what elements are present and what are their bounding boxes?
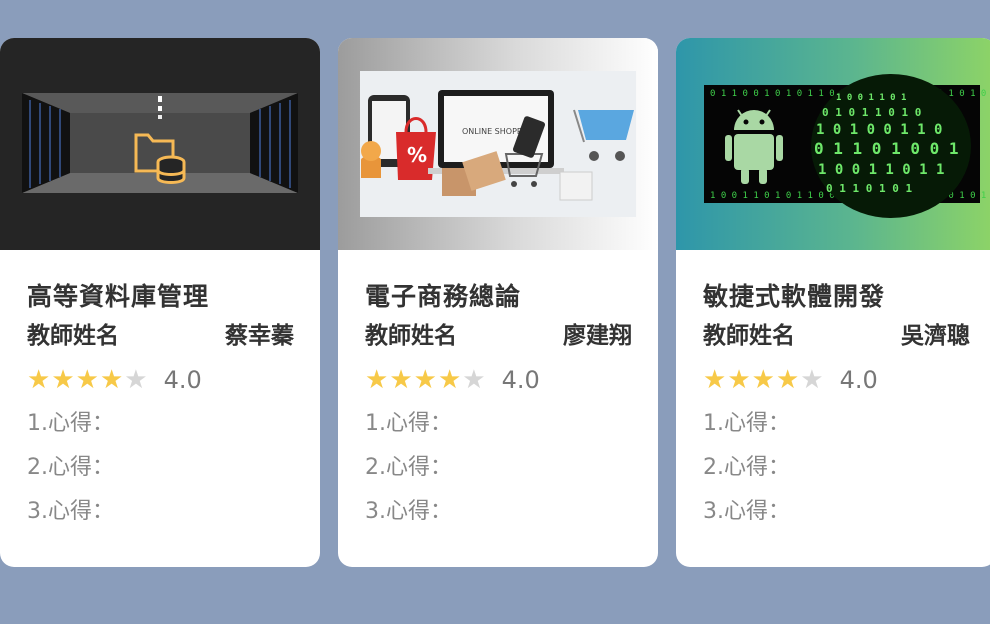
teacher-row: 教師姓名 廖建翔 [365,316,632,356]
online-shopping-image: % ONLINE SHOPPI [360,71,636,217]
star-filled-icon: ★ [389,365,413,395]
teacher-name: 吳濟聰 [901,323,970,349]
svg-text:0 1 0 1 1 0 1 0: 0 1 0 1 1 0 1 0 [822,106,921,119]
course-image-database [0,38,320,250]
star-filled-icon: ★ [51,365,75,395]
teacher-label: 教師姓名 [27,323,119,349]
svg-text:%: % [407,143,427,167]
course-card[interactable]: 0 1 1 0 0 1 0 1 0 1 1 0 1 0 0 1 1 0 0 1 … [676,38,990,567]
server-room-image [22,93,298,193]
teacher-label: 教師姓名 [703,323,795,349]
teacher-name: 廖建翔 [563,323,632,349]
star-filled-icon: ★ [775,365,800,395]
star-filled-icon: ★ [365,365,389,395]
course-card-list: 高等資料庫管理 教師姓名 蔡幸蓁 ★ ★ ★ ★ ★ 4.0 1.心得： 2.心… [0,0,990,624]
binary-globe-icon: 0 1 0 1 1 0 1 0 1 0 1 0 0 1 1 0 0 1 1 0 … [811,74,971,218]
star-rating: ★ ★ ★ ★ ★ [27,367,148,393]
star-rating: ★ ★ ★ ★ ★ [365,367,486,393]
star-empty-icon: ★ [462,365,486,395]
svg-text:0 1 1 0 1 0 0 1: 0 1 1 0 1 0 0 1 [814,139,959,158]
teacher-row: 教師姓名 吳濟聰 [703,316,970,356]
svg-text:1 0 0 1 1 0 1: 1 0 0 1 1 0 1 [836,93,906,103]
svg-text:1 0 0 1 1 0 1 1: 1 0 0 1 1 0 1 1 [818,162,944,178]
star-filled-icon: ★ [75,365,99,395]
star-empty-icon: ★ [800,365,824,395]
teacher-label: 教師姓名 [365,323,457,349]
svg-text:1 0 1 0 0 1 1 0: 1 0 1 0 0 1 1 0 [816,122,942,138]
star-filled-icon: ★ [437,365,462,395]
star-filled-icon: ★ [703,365,727,395]
star-filled-icon: ★ [413,365,437,395]
course-title: 電子商務總論 [365,282,522,311]
rating-value: 4.0 [839,366,878,394]
teacher-name: 蔡幸蓁 [225,323,294,349]
star-rating: ★ ★ ★ ★ ★ [703,367,824,393]
rating-value: 4.0 [501,366,540,394]
course-image-agile: 0 1 1 0 0 1 0 1 0 1 1 0 1 0 0 1 1 0 0 1 … [676,38,990,250]
star-filled-icon: ★ [27,365,51,395]
star-filled-icon: ★ [99,365,124,395]
note-line: 1.心得： [365,411,452,436]
rating-row: ★ ★ ★ ★ ★ 4.0 [703,358,970,402]
note-line: 2.心得： [365,455,452,480]
note-line: 2.心得： [703,455,790,480]
android-binary-image: 0 1 1 0 0 1 0 1 0 1 1 0 1 0 0 1 1 0 0 1 … [704,74,990,218]
rating-value: 4.0 [163,366,202,394]
online-shopping-screen-text: ONLINE SHOPPI [462,127,524,136]
note-line: 1.心得： [703,411,790,436]
star-filled-icon: ★ [751,365,775,395]
course-title: 高等資料庫管理 [27,282,210,311]
note-line: 3.心得： [365,499,452,524]
course-card[interactable]: % ONLINE SHOPPI 電子商務總論 教師姓名 廖建翔 ★ ★ ★ ★ … [338,38,658,567]
svg-text:0 1 1 0 1 0 1: 0 1 1 0 1 0 1 [826,182,912,195]
course-card[interactable]: 高等資料庫管理 教師姓名 蔡幸蓁 ★ ★ ★ ★ ★ 4.0 1.心得： 2.心… [0,38,320,567]
teacher-row: 教師姓名 蔡幸蓁 [27,316,294,356]
star-filled-icon: ★ [727,365,751,395]
note-line: 3.心得： [703,499,790,524]
note-line: 1.心得： [27,411,114,436]
course-image-ecommerce: % ONLINE SHOPPI [338,38,658,250]
rating-row: ★ ★ ★ ★ ★ 4.0 [365,358,632,402]
note-line: 2.心得： [27,455,114,480]
course-title: 敏捷式軟體開發 [703,282,886,311]
star-empty-icon: ★ [124,365,148,395]
rating-row: ★ ★ ★ ★ ★ 4.0 [27,358,294,402]
note-line: 3.心得： [27,499,114,524]
